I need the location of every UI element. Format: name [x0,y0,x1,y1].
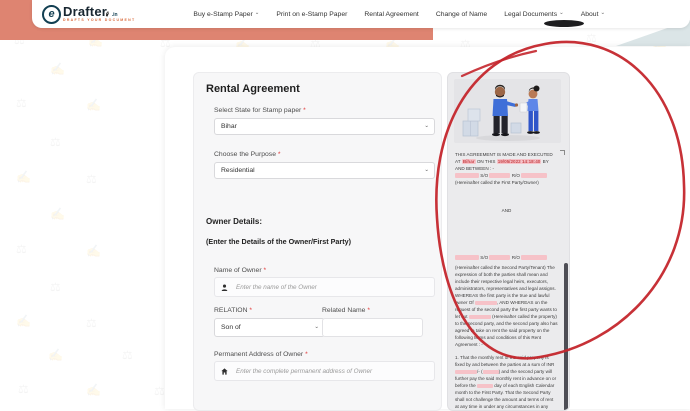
owner-address-field [214,361,435,381]
related-name-label: Related Name * [322,307,370,314]
chevron-down-icon: ⌄ [255,11,260,17]
watermark-icon: ⚖ [154,384,165,398]
owner-name-input[interactable] [234,283,428,292]
nav-item-buy-estamp-paper[interactable]: Buy e-Stamp Paper ⌄ [193,11,259,18]
preview-scrollbar[interactable] [564,263,568,411]
required-asterisk: * [264,267,267,274]
required-asterisk: * [278,151,281,158]
owner-address-input[interactable] [234,367,428,376]
required-asterisk: * [367,307,370,314]
state-highlight: Bihar [462,159,476,164]
owner-details-heading: Owner Details: [206,217,262,226]
chevron-down-icon: ⌄ [314,325,319,331]
nav-menu: Buy e-Stamp Paper ⌄ Print on e-Stamp Pap… [193,11,605,18]
home-icon [221,368,228,375]
purpose-select[interactable]: Residential ⌄ [214,162,435,179]
owner-name-label: Name of Owner * [214,267,266,274]
agreement-preview-text: THIS AGREEMENT IS MADE AND EXECUTED AT B… [455,151,558,411]
watermark-icon: ⚖ [50,135,61,149]
related-name-input[interactable] [323,322,432,339]
blank-field [489,255,510,260]
rent-paragraph: 1. That the monthly rent of the said pro… [455,354,558,411]
partial-dark-circle [544,20,584,27]
owner-details-subheading: (Enter the Details of the Owner/First Pa… [206,237,351,246]
nav-item-rental-agreement[interactable]: Rental Agreement [364,11,418,18]
chevron-down-icon: ⌄ [600,11,605,17]
watermark-icon: ✍ [48,348,63,362]
required-asterisk: * [249,307,252,314]
blank-field [477,384,493,389]
and-separator: AND [455,207,558,214]
rental-agreement-form: Rental Agreement Select State for Stamp … [193,72,442,411]
blank-field [469,315,491,320]
second-party-blanks: S/O R/O [455,254,558,261]
owner-address-label: Permanent Address of Owner * [214,351,308,358]
chevron-down-icon: ⌄ [424,124,429,130]
watermark-icon: ✍ [86,383,101,397]
logo-tagline: DRAFTS YOUR DOCUMENT [63,19,135,23]
first-party-note: (Hereinafter called the First Party/Owne… [455,179,558,186]
blank-field [483,370,499,375]
chevron-down-icon: ⌄ [424,168,429,174]
document-preview: THIS AGREEMENT IS MADE AND EXECUTED AT B… [447,72,570,411]
watermark-icon: ✍ [86,244,101,258]
watermark-icon: ⚖ [86,316,97,330]
logo-name: Drafter [63,5,107,18]
watermark-icon: ⚖ [586,31,597,45]
required-asterisk: * [303,107,306,114]
watermark-icon: ⚖ [16,242,27,256]
blank-field [521,255,547,260]
watermark-icon: ⚖ [86,172,97,186]
nav-item-legal-documents[interactable]: Legal Documents ⌄ [504,11,564,18]
datetime-highlight: 19/05/2022 14:18:40 [497,159,542,164]
blank-field [455,173,479,178]
content-card: Rental Agreement Select State for Stamp … [165,47,690,409]
watermark-icon: ✍ [50,62,65,76]
required-asterisk: * [305,351,308,358]
owner-name-field [214,277,435,297]
first-party-blanks: S/O R/O [455,172,558,179]
watermark-icon: ⚖ [50,280,61,294]
related-name-field [322,318,423,337]
person-icon [221,284,228,291]
blank-field [455,370,477,375]
second-party-paragraph: (Hereinafter called the Second Party/Ten… [455,264,558,348]
logo[interactable]: e Drafter ✒ .in DRAFTS YOUR DOCUMENT [42,5,135,24]
logo-text: Drafter ✒ .in DRAFTS YOUR DOCUMENT [63,5,135,23]
top-navbar: e Drafter ✒ .in DRAFTS YOUR DOCUMENT Buy… [32,0,690,28]
nav-item-about[interactable]: About ⌄ [581,11,605,18]
watermark-icon: ⚖ [122,348,133,362]
form-title: Rental Agreement [206,83,300,95]
expand-icon[interactable] [560,150,565,155]
blank-field [489,173,510,178]
watermark-icon: ✍ [16,170,31,184]
nav-item-print-on-estamp-paper[interactable]: Print on e-Stamp Paper [276,11,347,18]
watermark-icon: ⚖ [18,382,29,396]
blank-field [455,255,479,260]
nav-item-change-of-name[interactable]: Change of Name [436,11,487,18]
relation-label: RELATION * [214,307,252,314]
state-label: Select State for Stamp paper * [214,107,306,114]
blank-field [475,301,497,306]
state-select[interactable]: Bihar ⌄ [214,118,435,135]
agreement-intro: THIS AGREEMENT IS MADE AND EXECUTED AT B… [455,151,558,172]
logo-e-icon: e [42,5,61,24]
purpose-label: Choose the Purpose * [214,151,281,158]
chevron-down-icon: ⌄ [559,11,564,17]
watermark-icon: ✍ [50,207,65,221]
watermark-icon: ✍ [16,314,31,328]
watermark-icon: ⚖ [16,96,27,110]
relation-select[interactable]: Son of ⌄ [214,318,325,337]
moving-illustration [454,79,561,143]
watermark-icon: ✍ [86,98,101,112]
blank-field [521,173,547,178]
